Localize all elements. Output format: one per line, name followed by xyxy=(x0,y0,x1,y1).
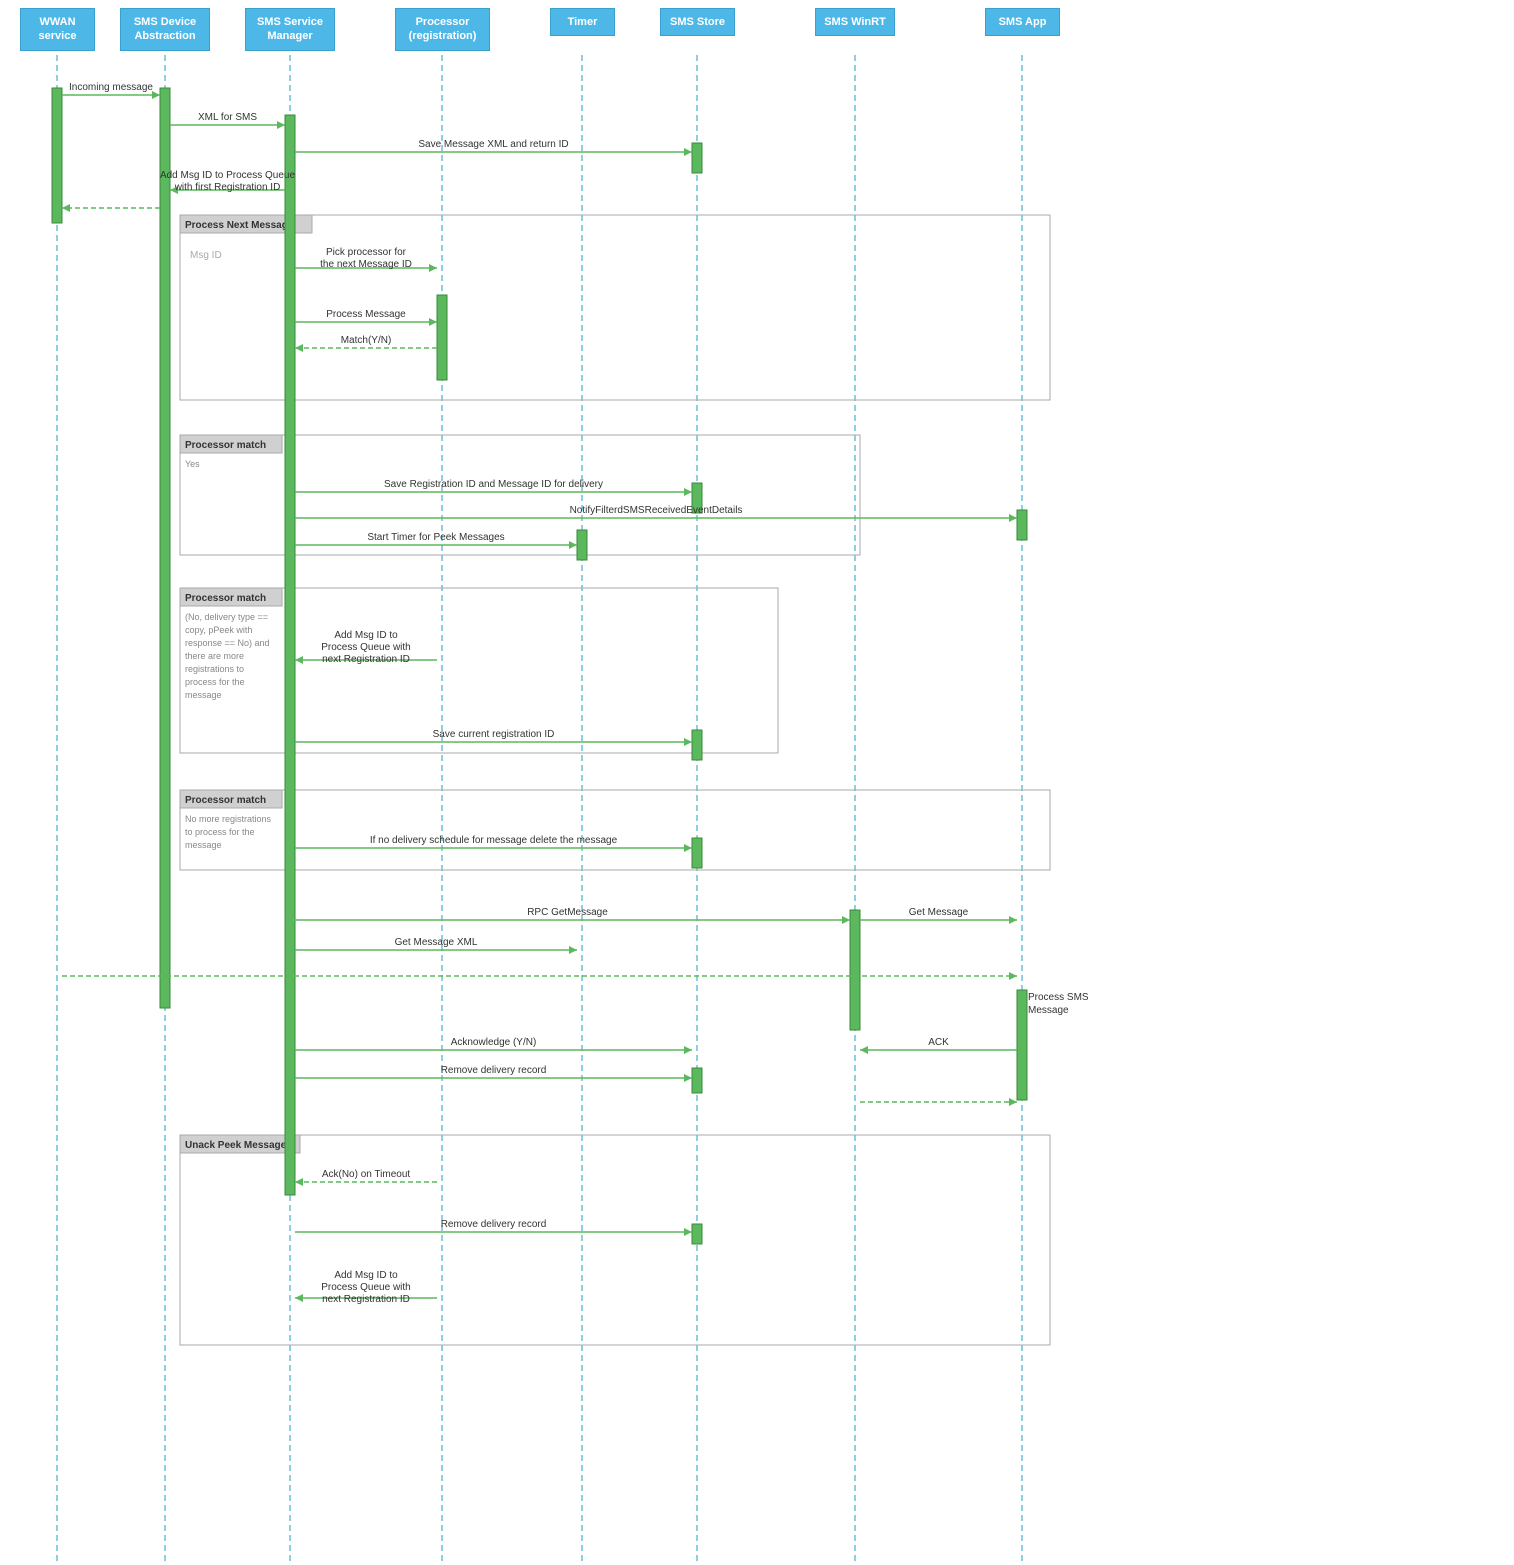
actor-processor: Processor (registration) xyxy=(395,8,490,51)
svg-text:Save current registration ID: Save current registration ID xyxy=(433,729,555,740)
actor-sms_winrt: SMS WinRT xyxy=(815,8,895,36)
svg-text:Remove delivery record: Remove delivery record xyxy=(441,1219,547,1230)
svg-text:Remove delivery record: Remove delivery record xyxy=(441,1065,547,1076)
svg-text:No more registrations: No more registrations xyxy=(185,814,272,824)
svg-text:with first Registration ID: with first Registration ID xyxy=(174,182,281,193)
svg-text:XML for SMS: XML for SMS xyxy=(198,112,257,123)
actor-sms_store: SMS Store xyxy=(660,8,735,36)
svg-text:Match(Y/N): Match(Y/N) xyxy=(341,335,392,346)
diagram-container: Process Next Message Processor match Yes Pr… xyxy=(0,0,1514,1565)
svg-text:Process SMS: Process SMS xyxy=(1028,992,1089,1003)
svg-text:Add Msg ID to: Add Msg ID to xyxy=(334,1270,398,1281)
svg-text:Process Queue with: Process Queue with xyxy=(321,642,411,653)
svg-text:Add Msg ID to: Add Msg ID to xyxy=(334,630,398,641)
svg-text:copy, pPeek with: copy, pPeek with xyxy=(185,625,252,635)
svg-text:(No, delivery type ==: (No, delivery type == xyxy=(185,612,268,622)
actor-wwan: WWAN service xyxy=(20,8,95,51)
svg-text:ACK: ACK xyxy=(928,1037,949,1048)
svg-text:Message: Message xyxy=(1028,1005,1069,1016)
actor-sms_service: SMS Service Manager xyxy=(245,8,335,51)
svg-text:Incoming message: Incoming message xyxy=(69,82,153,93)
svg-text:next Registration ID: next Registration ID xyxy=(322,654,410,665)
svg-text:Add Msg ID to Process Queue: Add Msg ID to Process Queue xyxy=(160,170,296,181)
svg-text:message: message xyxy=(185,840,222,850)
svg-text:Process Next Message: Process Next Message xyxy=(185,220,294,231)
svg-text:Processor match: Processor match xyxy=(185,593,266,604)
svg-text:If no delivery schedule for me: If no delivery schedule for message dele… xyxy=(370,835,618,846)
svg-text:Unack Peek Message: Unack Peek Message xyxy=(185,1140,287,1151)
svg-text:Acknowledge (Y/N): Acknowledge (Y/N) xyxy=(451,1037,537,1048)
svg-text:message: message xyxy=(185,690,222,700)
svg-text:Save Registration ID and Messa: Save Registration ID and Message ID for … xyxy=(384,479,603,490)
svg-text:response == No) and: response == No) and xyxy=(185,638,270,648)
svg-text:Get Message XML: Get Message XML xyxy=(395,937,478,948)
svg-text:to process for the: to process for the xyxy=(185,827,255,837)
svg-text:process for the: process for the xyxy=(185,677,245,687)
svg-text:the next Message ID: the next Message ID xyxy=(320,259,412,270)
svg-text:Process Message: Process Message xyxy=(326,309,406,320)
svg-text:Pick processor for: Pick processor for xyxy=(326,247,407,258)
svg-text:Start Timer for Peek Messages: Start Timer for Peek Messages xyxy=(367,532,504,543)
actor-sms_device: SMS Device Abstraction xyxy=(120,8,210,51)
svg-text:NotifyFilterdSMSReceivedEventD: NotifyFilterdSMSReceivedEventDetails xyxy=(570,505,743,516)
svg-text:next Registration ID: next Registration ID xyxy=(322,1294,410,1305)
svg-text:Ack(No) on Timeout: Ack(No) on Timeout xyxy=(322,1169,411,1180)
svg-text:Save Message XML and return ID: Save Message XML and return ID xyxy=(418,139,568,150)
actor-timer: Timer xyxy=(550,8,615,36)
svg-text:Process Queue with: Process Queue with xyxy=(321,1282,411,1293)
svg-text:registrations to: registrations to xyxy=(185,664,244,674)
svg-text:RPC GetMessage: RPC GetMessage xyxy=(527,907,608,918)
svg-text:Msg ID: Msg ID xyxy=(190,250,222,261)
svg-text:Processor match: Processor match xyxy=(185,795,266,806)
svg-text:Get Message: Get Message xyxy=(909,907,969,918)
svg-text:Processor match: Processor match xyxy=(185,440,266,451)
actor-sms_app: SMS App xyxy=(985,8,1060,36)
svg-text:there are more: there are more xyxy=(185,651,244,661)
svg-text:Yes: Yes xyxy=(185,459,200,469)
